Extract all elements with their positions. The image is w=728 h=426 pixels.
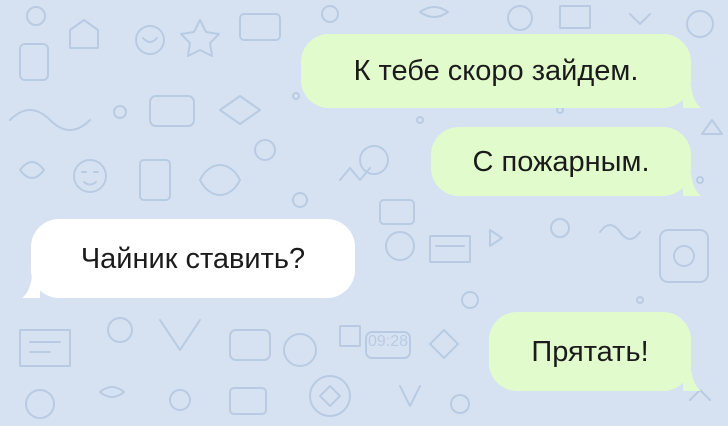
- message-text: Чайник ставить?: [80, 242, 306, 275]
- outgoing-bubble-tail: [683, 86, 701, 108]
- outgoing-bubble-tail: [683, 369, 701, 391]
- outgoing-bubble-tail: [683, 174, 701, 196]
- message-text: К тебе скоро зайдем.: [353, 55, 639, 87]
- chat-area[interactable]: 09:28 К тебе скоро зайдем. С пожарным. Ч…: [0, 0, 728, 426]
- message-text: С пожарным.: [472, 145, 650, 178]
- incoming-message-bubble[interactable]: Чайник ставить?: [31, 219, 355, 298]
- outgoing-message-bubble[interactable]: К тебе скоро зайдем.: [301, 34, 691, 108]
- outgoing-message-bubble[interactable]: С пожарным.: [431, 127, 691, 196]
- outgoing-message-bubble[interactable]: Прятать!: [489, 312, 691, 391]
- message-text: Прятать!: [531, 335, 649, 368]
- incoming-bubble-tail: [22, 276, 40, 298]
